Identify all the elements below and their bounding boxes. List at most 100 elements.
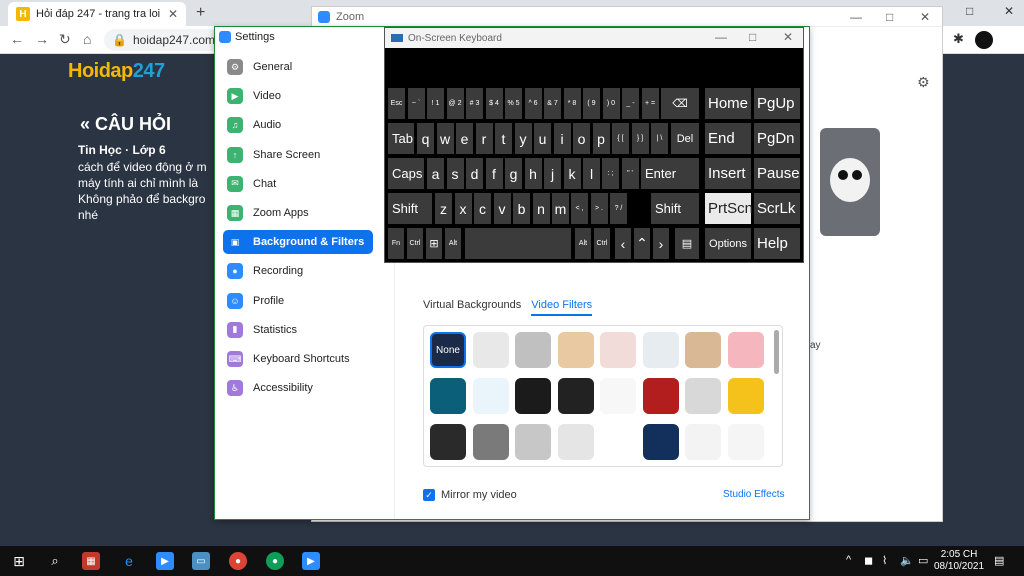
osk-key[interactable]: ^ 6 [524, 88, 542, 119]
osk-key[interactable]: f [485, 158, 503, 189]
osk-key[interactable]: : ; [602, 158, 619, 189]
osk-key[interactable]: _ - [622, 88, 639, 119]
sidebar-item-keyboard-shortcuts[interactable]: ⌨ Keyboard Shortcuts [223, 347, 373, 371]
osk-key[interactable]: d [466, 158, 483, 189]
zoom-meeting-icon[interactable]: ▶ [302, 552, 320, 570]
sidebar-item-chat[interactable]: ✉ Chat [223, 172, 373, 196]
sidebar-item-statistics[interactable]: ▮ Statistics [223, 318, 373, 342]
osk-key[interactable]: $ 4 [485, 88, 503, 119]
osk-pause-key[interactable]: Pause [754, 158, 800, 189]
filter-option[interactable] [685, 378, 721, 414]
filter-option[interactable] [515, 332, 551, 368]
osk-key[interactable]: v [493, 193, 511, 224]
filter-option[interactable] [515, 424, 551, 460]
chrome-alt-icon[interactable]: ● [266, 552, 284, 570]
osk-key[interactable]: k [563, 158, 581, 189]
osk-help-key[interactable]: Help [754, 228, 800, 259]
extensions-puzzle-icon[interactable]: ✱ [953, 31, 964, 47]
sidebar-item-video[interactable]: ▶ Video [223, 84, 373, 108]
filter-scrollbar[interactable] [774, 330, 779, 374]
filter-option[interactable] [685, 424, 721, 460]
sidebar-item-accessibility[interactable]: ♿ Accessibility [223, 376, 373, 400]
osk-pgdn-key[interactable]: PgDn [754, 123, 800, 154]
forward-arrow-icon[interactable]: → [35, 31, 49, 47]
filter-option[interactable] [472, 332, 509, 368]
filter-option[interactable] [600, 424, 636, 460]
language-icon[interactable]: ▭ [918, 554, 928, 567]
tab-virtual-backgrounds[interactable]: Virtual Backgrounds [423, 299, 521, 316]
osk-left-arrow-key[interactable]: ‹ [615, 228, 631, 259]
osk-key[interactable]: # 3 [466, 88, 483, 119]
mirror-video-option[interactable]: ✓ Mirror my video [423, 489, 517, 501]
osk-scrlk-key[interactable]: ScrLk [754, 193, 800, 224]
filter-none[interactable]: None [430, 332, 466, 368]
osk-key[interactable]: < , [571, 193, 588, 224]
osk-windows-key[interactable]: ⊞ [426, 228, 442, 259]
filter-option[interactable] [557, 332, 594, 368]
osk-space-key[interactable] [465, 228, 571, 259]
home-icon[interactable]: ⌂ [83, 31, 91, 47]
osk-options-key[interactable]: Options [705, 228, 751, 259]
osk-key[interactable]: c [474, 193, 491, 224]
filter-option[interactable] [557, 378, 594, 414]
osk-key[interactable]: q [417, 123, 434, 154]
osk-key[interactable]: e [456, 123, 473, 154]
volume-icon[interactable]: 🔈 [900, 554, 914, 567]
zoom-taskbar-icon[interactable]: ▶ [156, 552, 174, 570]
filter-option[interactable] [727, 378, 764, 414]
filter-option[interactable] [685, 332, 721, 368]
filter-option[interactable] [430, 424, 466, 460]
notifications-icon[interactable]: ▤ [994, 554, 1004, 567]
edge-browser-icon[interactable]: e [120, 552, 138, 570]
osk-key[interactable]: l [583, 158, 600, 189]
osk-key[interactable]: s [446, 158, 464, 189]
search-icon[interactable]: ⌕ [46, 552, 64, 570]
osk-key[interactable]: & 7 [544, 88, 561, 119]
filter-option[interactable] [600, 332, 636, 368]
network-icon[interactable]: ⌇ [882, 554, 887, 567]
osk-key[interactable]: h [524, 158, 542, 189]
osk-key[interactable]: b [513, 193, 530, 224]
osk-key[interactable]: + = [641, 88, 659, 119]
osk-maximize-icon[interactable]: □ [749, 30, 756, 44]
sidebar-item-general[interactable]: ⚙ General [223, 55, 373, 79]
osk-key[interactable]: } ] [631, 123, 649, 154]
filter-option[interactable] [430, 378, 466, 414]
osk-key[interactable]: a [427, 158, 444, 189]
filter-option[interactable] [727, 332, 764, 368]
osk-end-key[interactable]: End [705, 123, 751, 154]
osk-key[interactable]: * 8 [563, 88, 581, 119]
osk-alt-key[interactable]: Alt [445, 228, 461, 259]
osk-key[interactable]: > . [590, 193, 608, 224]
filter-option[interactable] [600, 378, 636, 414]
osk-minimize-icon[interactable]: — [715, 30, 727, 44]
osk-enter-key[interactable]: Enter [641, 158, 699, 189]
filter-option[interactable] [642, 378, 679, 414]
osk-insert-key[interactable]: Insert [705, 158, 751, 189]
filter-option[interactable] [642, 332, 679, 368]
filter-option[interactable] [515, 378, 551, 414]
tab-video-filters[interactable]: Video Filters [531, 299, 593, 316]
zoom-close-icon[interactable]: ✕ [920, 10, 930, 24]
filter-option[interactable] [642, 424, 679, 460]
osk-key[interactable]: ~ ` [407, 88, 425, 119]
osk-caps-key[interactable]: Caps [388, 158, 424, 189]
osk-shift-key[interactable]: Shift [651, 193, 699, 224]
osk-home-key[interactable]: Home [705, 88, 751, 119]
zoom-maximize-icon[interactable]: □ [886, 10, 893, 24]
osk-tab-key[interactable]: Tab [388, 123, 414, 154]
osk-key[interactable]: | \ [651, 123, 668, 154]
osk-key[interactable]: Esc [388, 88, 405, 119]
tab-close-icon[interactable]: ✕ [168, 7, 178, 21]
address-bar[interactable]: 🔒 hoidap247.com/a [104, 29, 224, 51]
osk-shift-key[interactable]: Shift [388, 193, 432, 224]
osk-key[interactable]: y [514, 123, 532, 154]
osk-up-arrow-key[interactable]: ⌃ [634, 228, 650, 259]
sidebar-item-recording[interactable]: ● Recording [223, 259, 373, 283]
sidebar-item-audio[interactable]: ♫ Audio [223, 113, 373, 137]
filter-option[interactable] [472, 424, 509, 460]
osk-delete-key[interactable]: Del [671, 123, 699, 154]
osk-key[interactable]: m [552, 193, 569, 224]
osk-key[interactable]: " ' [621, 158, 639, 189]
taskbar-clock[interactable]: 2:05 CH 08/10/2021 [934, 549, 984, 573]
